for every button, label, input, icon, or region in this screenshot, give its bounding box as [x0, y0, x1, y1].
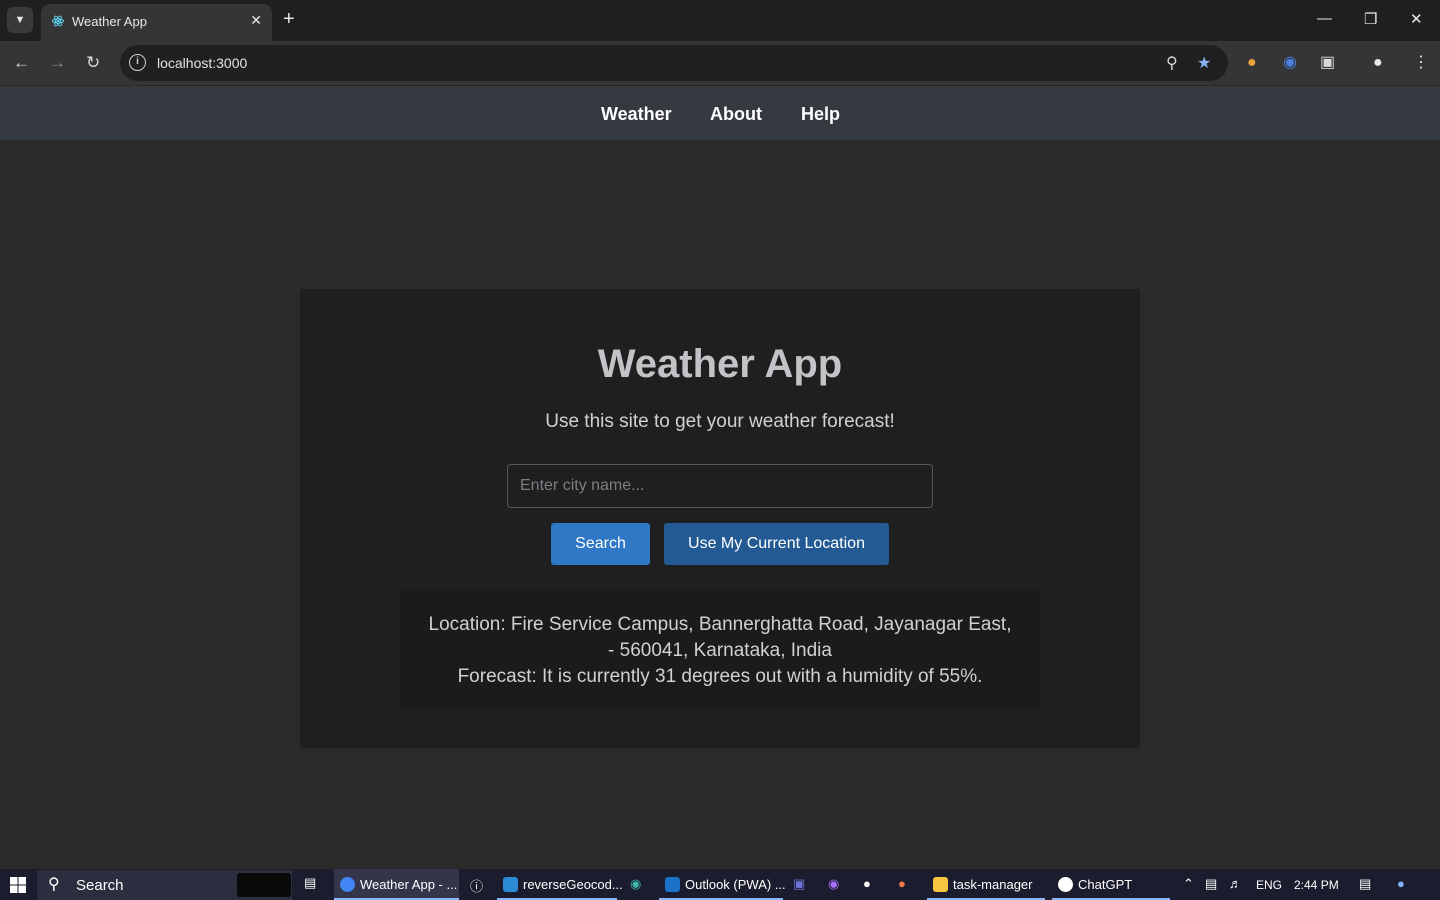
nav-weather-link[interactable]: Weather: [601, 104, 672, 125]
location-text: Location: Fire Service Campus, Bannergha…: [428, 614, 1012, 661]
app-icon-2[interactable]: ◉: [828, 876, 839, 892]
taskbar-app-chrome[interactable]: Weather App - ...: [334, 869, 459, 900]
close-tab-icon[interactable]: ✕: [250, 12, 262, 29]
bookmark-star-icon[interactable]: ★: [1197, 53, 1211, 73]
city-input[interactable]: [507, 464, 933, 508]
forward-icon[interactable]: →: [49, 53, 66, 73]
taskbar-search[interactable]: ⚲ Search: [37, 870, 292, 900]
reload-icon[interactable]: ↻: [86, 53, 100, 73]
taskbar-app-chatgpt[interactable]: ChatGPT: [1052, 869, 1170, 900]
edge-icon[interactable]: ◉: [630, 876, 641, 892]
search-highlight-image: [237, 873, 291, 897]
app-icon-1[interactable]: ⓘ: [470, 876, 483, 895]
address-bar[interactable]: i localhost:3000 ⚲ ★: [120, 45, 1228, 81]
profile-icon[interactable]: ●: [1373, 53, 1383, 73]
react-icon: [51, 15, 65, 27]
tab-search-button[interactable]: ▼: [7, 7, 33, 33]
new-tab-icon[interactable]: +: [283, 9, 295, 29]
browser-tab-bar: ▼ Weather App ✕ + — ❐ ✕: [0, 0, 1440, 41]
extension-icon[interactable]: ◉: [1283, 53, 1297, 73]
site-info-icon[interactable]: i: [129, 54, 146, 71]
taskbar-app-folder[interactable]: task-manager: [927, 869, 1045, 900]
forecast-text: Forecast: It is currently 31 degrees out…: [457, 666, 983, 687]
page-subtitle: Use this site to get your weather foreca…: [545, 411, 895, 432]
page-title: Weather App: [597, 342, 843, 386]
taskbar-app-vscode[interactable]: reverseGeocod...: [497, 869, 623, 900]
weather-result: Location: Fire Service Campus, Bannergha…: [400, 590, 1040, 710]
url-text[interactable]: localhost:3000: [157, 55, 247, 71]
current-location-button[interactable]: Use My Current Location: [664, 523, 889, 565]
language-indicator[interactable]: ENG: [1256, 878, 1282, 892]
browser-tab[interactable]: Weather App ✕: [41, 4, 272, 41]
search-icon: ⚲: [48, 876, 60, 893]
copilot-icon[interactable]: ●: [1397, 876, 1405, 891]
notifications-icon[interactable]: ▤: [1359, 876, 1371, 892]
taskbar-app-outlook[interactable]: Outlook (PWA) ...: [659, 869, 786, 900]
network-icon[interactable]: ▤: [1205, 876, 1217, 892]
teams-icon[interactable]: ▣: [793, 876, 805, 892]
menu-icon[interactable]: ⋮: [1413, 53, 1429, 73]
minimize-icon[interactable]: —: [1317, 10, 1332, 27]
taskbar: ⚲ Search ▤ Weather App - ... ⓘ reverseGe…: [0, 869, 1440, 900]
close-window-icon[interactable]: ✕: [1410, 10, 1423, 28]
nav-about-link[interactable]: About: [710, 104, 762, 125]
vscode-icon: [503, 877, 518, 892]
cookie-extension-icon[interactable]: ●: [1247, 53, 1257, 73]
location-pin-icon[interactable]: ⚲: [1166, 53, 1178, 73]
tray-chevron-icon[interactable]: ⌃: [1183, 876, 1194, 892]
app-icon-3[interactable]: ●: [898, 876, 906, 891]
taskbar-search-label: Search: [76, 877, 124, 894]
clock[interactable]: 2:44 PM: [1294, 878, 1339, 892]
task-view-icon[interactable]: ▤: [304, 875, 316, 891]
puzzle-icon[interactable]: ▣: [1320, 53, 1335, 73]
tab-title: Weather App: [72, 14, 147, 29]
search-button[interactable]: Search: [551, 523, 650, 565]
windows-start-icon[interactable]: [10, 877, 26, 893]
site-navbar: Weather About Help: [0, 86, 1440, 140]
back-icon[interactable]: ←: [13, 53, 30, 73]
outlook-icon: [665, 877, 680, 892]
github-icon[interactable]: ●: [863, 876, 871, 891]
restore-icon[interactable]: ❐: [1364, 10, 1377, 28]
nav-help-link[interactable]: Help: [801, 104, 840, 125]
weather-card: Weather App Use this site to get your we…: [300, 289, 1140, 748]
volume-icon[interactable]: ♬: [1229, 876, 1242, 891]
browser-toolbar: ← → ↻ i localhost:3000 ⚲ ★ ● ◉ ▣ ● ⋮: [0, 41, 1440, 85]
chatgpt-icon: [1058, 877, 1073, 892]
folder-icon: [933, 877, 948, 892]
chrome-icon: [340, 877, 355, 892]
